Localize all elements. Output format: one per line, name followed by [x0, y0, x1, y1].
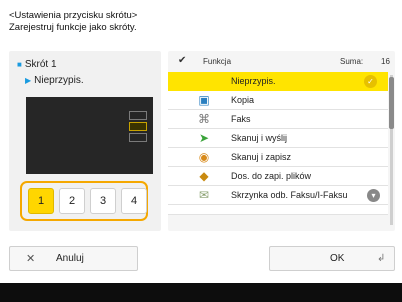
close-icon: ✕ — [26, 253, 36, 265]
preview-slot-indicator-active — [129, 122, 147, 131]
preview-slot-indicator — [129, 111, 147, 120]
list-item-scan-store[interactable]: ◉ Skanuj i zapisz — [168, 148, 388, 167]
bullet-icon: ■ — [17, 60, 22, 69]
screen-subtitle: Zarejestruj funkcje jako skróty. — [9, 22, 137, 33]
shortcut-4-button[interactable]: 4 — [121, 188, 147, 214]
function-count: 16 — [381, 57, 390, 66]
shortcut-3-button[interactable]: 3 — [90, 188, 116, 214]
scan-send-icon: ➤ — [198, 131, 210, 145]
file-access-icon: ◆ — [199, 169, 209, 183]
column-function: Funkcja — [203, 57, 232, 66]
fax-icon: ⌘ — [198, 112, 210, 126]
function-list-panel: ✔ Funkcja Suma: 16 Nieprzypis. ✓ ▣ Kopia… — [168, 51, 395, 231]
list-item-file-access[interactable]: ◆ Dos. do zapi. plików — [168, 167, 388, 186]
ok-button[interactable]: OK ↲ — [269, 246, 395, 271]
copy-icon: ▣ — [198, 93, 210, 107]
shortcut-panel: ■ Skrót 1 ▶ Nieprzypis. 1 2 3 4 — [9, 51, 161, 231]
preview-slot-indicator — [129, 133, 147, 142]
list-item-fax[interactable]: ⌘ Faks — [168, 110, 388, 129]
list-item-unassigned[interactable]: Nieprzypis. ✓ — [168, 72, 388, 91]
scan-store-icon: ◉ — [198, 150, 210, 164]
selected-check-icon: ✓ — [364, 75, 377, 88]
list-item-partial — [168, 205, 388, 215]
shortcut-slot-title: ■ Skrót 1 — [17, 59, 57, 70]
checkmark-icon: ✔ — [178, 55, 187, 66]
fax-inbox-icon: ✉ — [198, 188, 210, 202]
shortcut-2-button[interactable]: 2 — [59, 188, 85, 214]
column-sum: Suma: — [340, 57, 364, 66]
list-item-fax-inbox[interactable]: ✉ Skrzynka odb. Faksu/I-Faksu ▾ — [168, 186, 388, 205]
shortcut-number-group: 1 2 3 4 — [20, 181, 148, 221]
shortcut-preview — [26, 97, 153, 174]
list-item-scan-send[interactable]: ➤ Skanuj i wyślij — [168, 129, 388, 148]
chevron-down-icon[interactable]: ▾ — [367, 189, 380, 202]
shortcut-slot-value: ▶ Nieprzypis. — [25, 75, 84, 86]
shortcut-1-button[interactable]: 1 — [28, 188, 54, 214]
list-item-copy[interactable]: ▣ Kopia — [168, 91, 388, 110]
screen-title: <Ustawienia przycisku skrótu> — [9, 10, 138, 21]
arrow-right-icon: ▶ — [25, 76, 32, 85]
function-list: Nieprzypis. ✓ ▣ Kopia ⌘ Faks ➤ Skanuj i … — [168, 72, 388, 230]
cancel-button[interactable]: ✕ Anuluj — [9, 246, 138, 271]
system-bar — [0, 283, 402, 302]
screen-header: <Ustawienia przycisku skrótu> Zarejestru… — [9, 10, 137, 34]
function-list-header: ✔ Funkcja Suma: 16 — [168, 51, 395, 71]
enter-icon: ↲ — [377, 253, 386, 264]
scrollbar-thumb[interactable] — [389, 77, 394, 129]
